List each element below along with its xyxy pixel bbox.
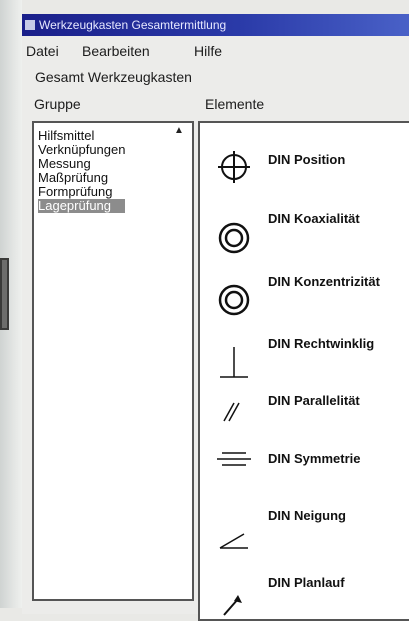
group-item-hilfsmittel[interactable]: Hilfsmittel — [38, 129, 94, 143]
menu-datei[interactable]: Datei — [26, 43, 59, 59]
app-icon — [25, 20, 35, 30]
elements-list: DIN Position DIN Koaxialität DIN Konzent… — [198, 121, 409, 621]
group-item-formprufung[interactable]: Formprüfung — [38, 185, 112, 199]
position-icon[interactable] — [214, 147, 254, 187]
window-title: Werkzeugkasten Gesamtermittlung — [39, 18, 227, 32]
group-item-lageprufung[interactable]: Lageprüfung — [38, 199, 126, 213]
menu-hilfe[interactable]: Hilfe — [194, 43, 222, 59]
element-parallelitaet[interactable]: DIN Parallelität — [268, 393, 360, 408]
concentricity-icon[interactable] — [214, 280, 254, 320]
group-label: Gruppe — [34, 96, 81, 112]
group-item-messung[interactable]: Messung — [38, 157, 91, 171]
symmetry-icon[interactable] — [214, 438, 254, 478]
binder-clip — [0, 258, 9, 330]
section-title: Gesamt Werkzeugkasten — [35, 69, 192, 85]
parallelism-icon[interactable] — [214, 383, 254, 423]
menu-bar: Datei Bearbeiten Hilfe — [22, 40, 409, 60]
element-neigung[interactable]: DIN Neigung — [268, 508, 346, 523]
angularity-icon[interactable] — [214, 518, 254, 558]
element-planlauf[interactable]: DIN Planlauf — [268, 575, 345, 590]
element-koaxialitaet[interactable]: DIN Koaxialität — [268, 211, 360, 226]
element-konzentrizitaet[interactable]: DIN Konzentrizität — [268, 274, 380, 289]
coaxiality-icon[interactable] — [214, 218, 254, 258]
group-list[interactable]: ▲ Hilfsmittel Verknüpfungen Messung Maßp… — [32, 121, 194, 601]
group-item-verknuepfungen[interactable]: Verknüpfungen — [38, 143, 125, 157]
menu-bearbeiten[interactable]: Bearbeiten — [82, 43, 150, 59]
toolbox-window: Werkzeugkasten Gesamtermittlung Datei Be… — [22, 14, 409, 621]
group-item-massprufung[interactable]: Maßprüfung — [38, 171, 108, 185]
element-rechtwinklig[interactable]: DIN Rechtwinklig — [268, 336, 374, 351]
element-symmetrie[interactable]: DIN Symmetrie — [268, 451, 360, 466]
perpendicularity-icon[interactable] — [214, 343, 254, 383]
runout-icon[interactable] — [214, 581, 254, 621]
title-bar: Werkzeugkasten Gesamtermittlung — [22, 14, 409, 36]
element-position[interactable]: DIN Position — [268, 152, 345, 167]
scroll-up-arrow-icon[interactable]: ▲ — [174, 125, 184, 136]
elements-label: Elemente — [205, 96, 265, 112]
